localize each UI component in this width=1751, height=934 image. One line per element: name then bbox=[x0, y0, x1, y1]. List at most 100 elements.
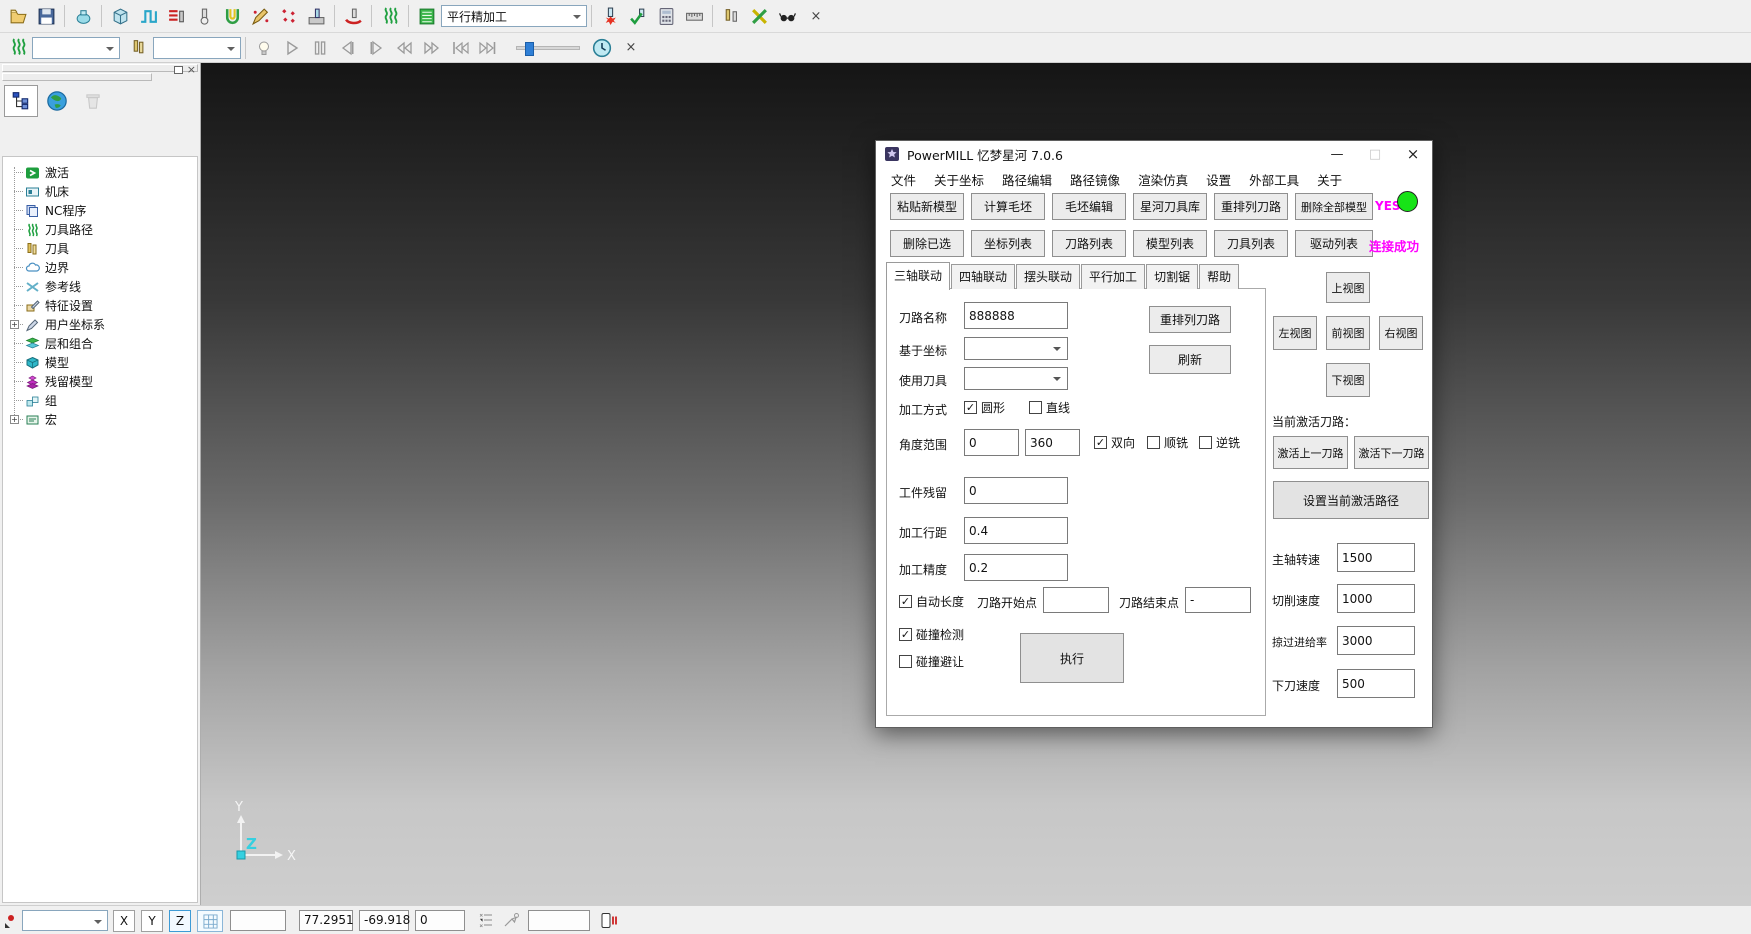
x-axis-button[interactable]: X bbox=[113, 910, 135, 932]
toolpath-list-button[interactable]: 刀路列表 bbox=[1052, 230, 1126, 257]
tree-item-models[interactable]: 模型 bbox=[3, 353, 197, 372]
bottom-view-button[interactable]: 下视图 bbox=[1326, 363, 1370, 397]
drive-list-button[interactable]: 驱动列表 bbox=[1295, 230, 1373, 257]
menu-external-tools[interactable]: 外部工具 bbox=[1240, 170, 1308, 189]
expand-icon[interactable]: + bbox=[10, 320, 19, 329]
tree-item-feature-sets[interactable]: 特征设置 bbox=[3, 296, 197, 315]
spindle-speed-input[interactable] bbox=[1337, 543, 1415, 572]
tree-item-stock-models[interactable]: 残留模型 bbox=[3, 372, 197, 391]
points-icon[interactable] bbox=[275, 3, 301, 29]
bidirectional-checkbox[interactable]: ✓ bbox=[1094, 436, 1107, 449]
model-list-button[interactable]: 模型列表 bbox=[1133, 230, 1207, 257]
tolerance-input[interactable] bbox=[964, 554, 1068, 581]
paste-new-model-button[interactable]: 粘贴新模型 bbox=[890, 193, 964, 220]
tree-item-groups[interactable]: 组 bbox=[3, 391, 197, 410]
active-strategy-combo[interactable]: 平行精加工 bbox=[441, 5, 587, 27]
menu-path-mirror[interactable]: 路径镜像 bbox=[1061, 170, 1129, 189]
climb-checkbox[interactable] bbox=[1147, 436, 1160, 449]
close-button[interactable]: × bbox=[1394, 141, 1432, 167]
activate-prev-toolpath-button[interactable]: 激活上一刀路 bbox=[1273, 436, 1348, 469]
minimize-button[interactable]: — bbox=[1318, 141, 1356, 167]
toolpaths-icon[interactable] bbox=[5, 35, 31, 61]
rewind-icon[interactable] bbox=[391, 35, 417, 61]
stepover-input[interactable] bbox=[964, 517, 1068, 544]
pause-icon[interactable] bbox=[307, 35, 333, 61]
tab-parallel[interactable]: 平行加工 bbox=[1081, 264, 1145, 289]
use-tool-dropdown[interactable] bbox=[964, 367, 1068, 390]
cursor-point-icon[interactable] bbox=[4, 913, 20, 932]
pattern-edit-icon[interactable] bbox=[247, 3, 273, 29]
conventional-checkbox[interactable] bbox=[1199, 436, 1212, 449]
angle-start-input[interactable] bbox=[964, 429, 1019, 456]
calc-block-button[interactable]: 计算毛坯 bbox=[971, 193, 1045, 220]
locate-pointer-icon[interactable] bbox=[503, 912, 520, 932]
start-point-input[interactable] bbox=[1043, 587, 1109, 613]
status-empty-field[interactable] bbox=[230, 910, 286, 931]
line-checkbox[interactable] bbox=[1029, 401, 1042, 414]
toolpath-name-input[interactable] bbox=[964, 302, 1068, 329]
tools-icon[interactable] bbox=[126, 35, 152, 61]
maximize-button[interactable]: □ bbox=[1356, 141, 1394, 167]
play-icon[interactable] bbox=[279, 35, 305, 61]
lightbulb-icon[interactable] bbox=[251, 35, 277, 61]
playback-toolbar-close-button[interactable]: × bbox=[622, 39, 640, 57]
base-coord-dropdown[interactable] bbox=[964, 337, 1068, 360]
tab-4axis[interactable]: 四轴联动 bbox=[951, 264, 1015, 289]
strategy-list-icon[interactable] bbox=[414, 3, 440, 29]
menu-about[interactable]: 关于 bbox=[1308, 170, 1351, 189]
grid-snap-button[interactable] bbox=[197, 910, 223, 932]
tab-explorer-tree[interactable] bbox=[4, 85, 38, 117]
tab-world-view[interactable] bbox=[40, 85, 74, 117]
coord-list-button[interactable]: 坐标列表 bbox=[971, 230, 1045, 257]
expand-icon[interactable]: + bbox=[10, 415, 19, 424]
rearrange-toolpath-button[interactable]: 重排列刀路 bbox=[1149, 306, 1231, 333]
angle-end-input[interactable] bbox=[1025, 429, 1080, 456]
refresh-button[interactable]: 刷新 bbox=[1149, 345, 1231, 374]
step-back-icon[interactable] bbox=[335, 35, 361, 61]
tree-item-patterns[interactable]: 参考线 bbox=[3, 277, 197, 296]
z-axis-button[interactable]: Z bbox=[169, 910, 191, 932]
skim-feedrate-input[interactable] bbox=[1337, 626, 1415, 655]
circular-checkbox[interactable]: ✓ bbox=[964, 401, 977, 414]
cursor-x-field[interactable]: 77.2951 bbox=[299, 910, 353, 931]
cursor-y-field[interactable]: -69.918 bbox=[359, 910, 409, 931]
tab-help[interactable]: 帮助 bbox=[1199, 264, 1239, 289]
ball-tool-icon[interactable] bbox=[191, 3, 217, 29]
toolpaths-icon[interactable] bbox=[377, 3, 403, 29]
delete-all-models-button[interactable]: 删除全部模型 bbox=[1295, 193, 1373, 220]
toolpath-strategy-icon[interactable] bbox=[135, 3, 161, 29]
top-view-button[interactable]: 上视图 bbox=[1326, 272, 1370, 303]
dialog-titlebar[interactable]: PowerMILL 忆梦星河 7.0.6 — □ × bbox=[876, 141, 1432, 167]
tool-pair-icon[interactable] bbox=[718, 3, 744, 29]
right-view-button[interactable]: 右视图 bbox=[1379, 316, 1423, 350]
status-empty-field2[interactable] bbox=[528, 910, 590, 931]
end-point-input[interactable] bbox=[1185, 587, 1251, 613]
auto-length-checkbox[interactable]: ✓ bbox=[899, 595, 912, 608]
tree-item-toolpaths[interactable]: 刀具路径 bbox=[3, 220, 197, 239]
shade-glasses-icon[interactable] bbox=[774, 3, 800, 29]
transform-swap-icon[interactable] bbox=[746, 3, 772, 29]
rearrange-toolpaths-button[interactable]: 重排列刀路 bbox=[1214, 193, 1288, 220]
tree-item-macros[interactable]: +宏 bbox=[3, 410, 197, 429]
gouge-check-icon[interactable] bbox=[219, 3, 245, 29]
nc-program-icon[interactable] bbox=[163, 3, 189, 29]
tool-select-combo[interactable] bbox=[153, 37, 241, 59]
tree-item-workplanes[interactable]: +用户坐标系 bbox=[3, 315, 197, 334]
menu-about-coords[interactable]: 关于坐标 bbox=[925, 170, 993, 189]
panel-close-icon[interactable]: × bbox=[187, 65, 196, 74]
simulation-speed-slider[interactable] bbox=[516, 46, 580, 50]
activate-next-toolpath-button[interactable]: 激活下一刀路 bbox=[1354, 436, 1429, 469]
panel-float-icon[interactable] bbox=[174, 66, 183, 74]
calculator-icon[interactable] bbox=[653, 3, 679, 29]
step-forward-icon[interactable] bbox=[363, 35, 389, 61]
collision-avoid-checkbox[interactable] bbox=[899, 655, 912, 668]
execute-button[interactable]: 执行 bbox=[1020, 633, 1124, 683]
collision-check-checkbox[interactable]: ✓ bbox=[899, 628, 912, 641]
tool-list-button[interactable]: 刀具列表 bbox=[1214, 230, 1288, 257]
tree-item-levels-sets[interactable]: 层和组合 bbox=[3, 334, 197, 353]
y-axis-button[interactable]: Y bbox=[141, 910, 163, 932]
cursor-z-field[interactable]: 0 bbox=[415, 910, 465, 931]
block-edit-button[interactable]: 毛坯编辑 bbox=[1052, 193, 1126, 220]
slider-handle[interactable] bbox=[525, 42, 534, 56]
delete-selected-button[interactable]: 删除已选 bbox=[890, 230, 964, 257]
